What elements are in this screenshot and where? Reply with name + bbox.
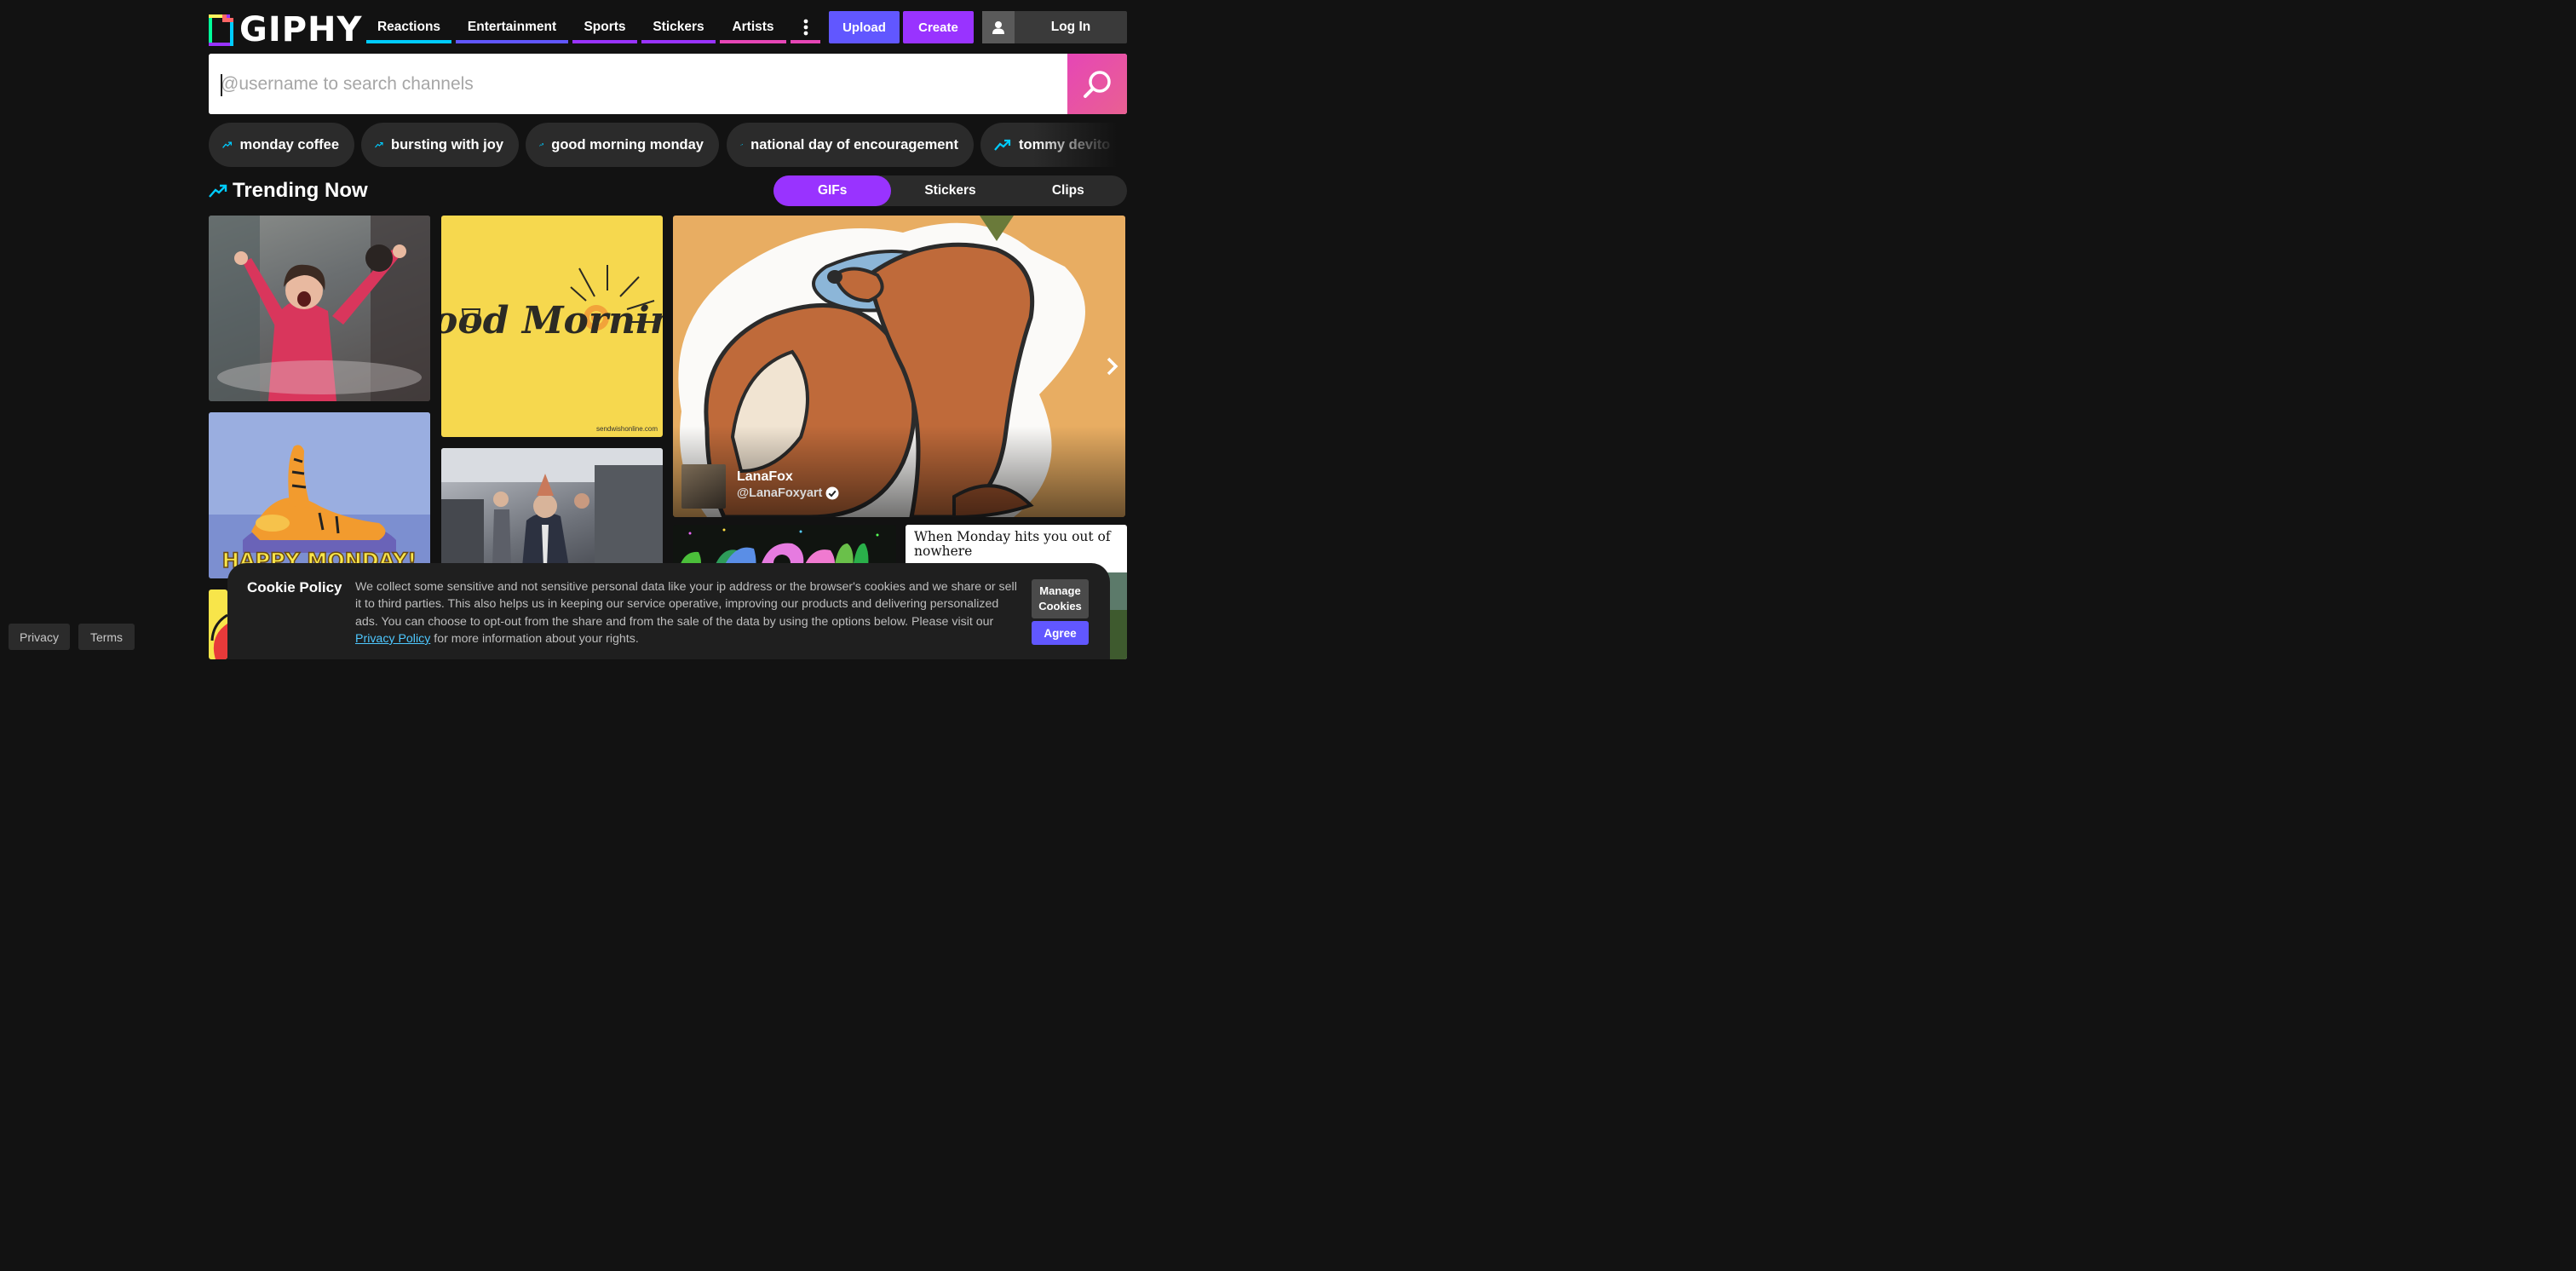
trending-title-text: Trending Now [233,179,368,202]
pill-label: monday coffee [239,136,339,152]
trending-arrow-icon [994,139,1011,151]
pill-label: good morning monday [551,136,704,152]
trending-arrow-icon [209,184,227,198]
gif-tile-partial-yellow[interactable] [209,589,227,659]
login-button[interactable]: Log In [982,11,1127,43]
privacy-policy-link[interactable]: Privacy Policy [355,632,430,646]
upload-button[interactable]: Upload [829,11,900,43]
cookie-title: Cookie Policy [247,579,342,595]
good-morning-watermark: sendwishonline.com [596,425,658,433]
giphy-logo-mark-icon [209,14,233,46]
tab-stickers[interactable]: Stickers [891,175,1009,206]
nav-item-reactions[interactable]: Reactions [366,11,451,43]
nav-more-button[interactable] [791,11,820,43]
nav-item-label: Sports [584,20,626,34]
nav-item-artists[interactable]: Artists [720,11,786,43]
chevron-right-icon [1107,357,1118,376]
cookie-banner: Cookie Policy We collect some sensitive … [227,563,1110,659]
search-icon [1084,70,1111,98]
trending-search-pill[interactable]: tommy devito [980,123,1127,167]
cookie-body: We collect some sensitive and not sensit… [355,578,1024,647]
tab-clips[interactable]: Clips [1009,175,1127,206]
carousel-next-button[interactable] [1101,354,1124,378]
pill-label: bursting with joy [391,136,503,152]
nav-item-entertainment[interactable]: Entertainment [456,11,568,43]
nav-item-sports[interactable]: Sports [572,11,637,43]
gif-tile-celebration[interactable] [209,216,430,401]
cookie-body-text: We collect some sensitive and not sensit… [355,580,1017,629]
creator-handle-row[interactable]: @LanaFoxyart [737,486,839,500]
verified-badge-icon [825,486,839,500]
trending-search-pill[interactable]: monday coffee [209,123,354,167]
giphy-page: GIPHY Reactions Entertainment Sports Sti… [0,0,1336,659]
agree-button[interactable]: Agree [1032,621,1089,645]
trending-arrow-icon [375,141,383,148]
search-bar [209,54,1127,114]
trending-arrow-icon [740,144,743,147]
nav-item-label: Stickers [653,20,704,34]
trending-arrow-icon [539,143,544,147]
giphy-logo[interactable]: GIPHY [209,10,363,49]
trending-search-pill[interactable]: good morning monday [526,123,719,167]
trending-searches: monday coffee bursting with joy good mor… [209,123,1127,167]
trending-search-pill[interactable]: bursting with joy [361,123,519,167]
content-type-tabs: GIFs Stickers Clips [773,175,1127,206]
login-label: Log In [1050,20,1091,34]
gif-tile-office-party[interactable] [441,448,663,567]
create-button[interactable]: Create [903,11,974,43]
pill-label: tommy devito [1019,136,1111,152]
avatar[interactable] [681,464,726,509]
footer-privacy-link[interactable]: Privacy [9,624,70,650]
footer-terms-link[interactable]: Terms [78,624,135,650]
search-input[interactable] [209,54,1067,114]
nav-item-label: Artists [732,20,774,34]
manage-cookies-button[interactable]: Manage Cookies [1032,579,1089,618]
creator-handle: @LanaFoxyart [737,486,823,500]
nav-item-label: Entertainment [467,20,557,34]
cookie-body-text-end: for more information about your rights. [430,631,639,646]
main-nav: Reactions Entertainment Sports Stickers … [366,11,820,43]
trending-title: Trending Now [209,177,368,204]
good-morning-text: Good Morning [441,299,663,342]
pill-label: national day of encouragement [750,136,958,152]
creator-name[interactable]: LanaFox [737,469,793,485]
tab-gifs[interactable]: GIFs [773,175,892,206]
giphy-wordmark: GIPHY [239,10,363,49]
nav-item-label: Reactions [377,20,441,34]
nav-item-stickers[interactable]: Stickers [641,11,716,43]
trending-arrow-icon [222,141,233,148]
trending-search-pill[interactable]: national day of encouragement [727,123,974,167]
more-vertical-icon [803,19,808,36]
gif-tile-happy-monday[interactable]: HAPPY MONDAY! [209,412,430,578]
text-caret [221,74,222,96]
gif-tile-good-morning[interactable]: Good Morning sendwishonline.com [441,216,663,437]
user-icon [982,11,1015,43]
when-monday-caption: When Monday hits you out of nowhere [914,529,1111,559]
search-button[interactable] [1067,54,1127,114]
